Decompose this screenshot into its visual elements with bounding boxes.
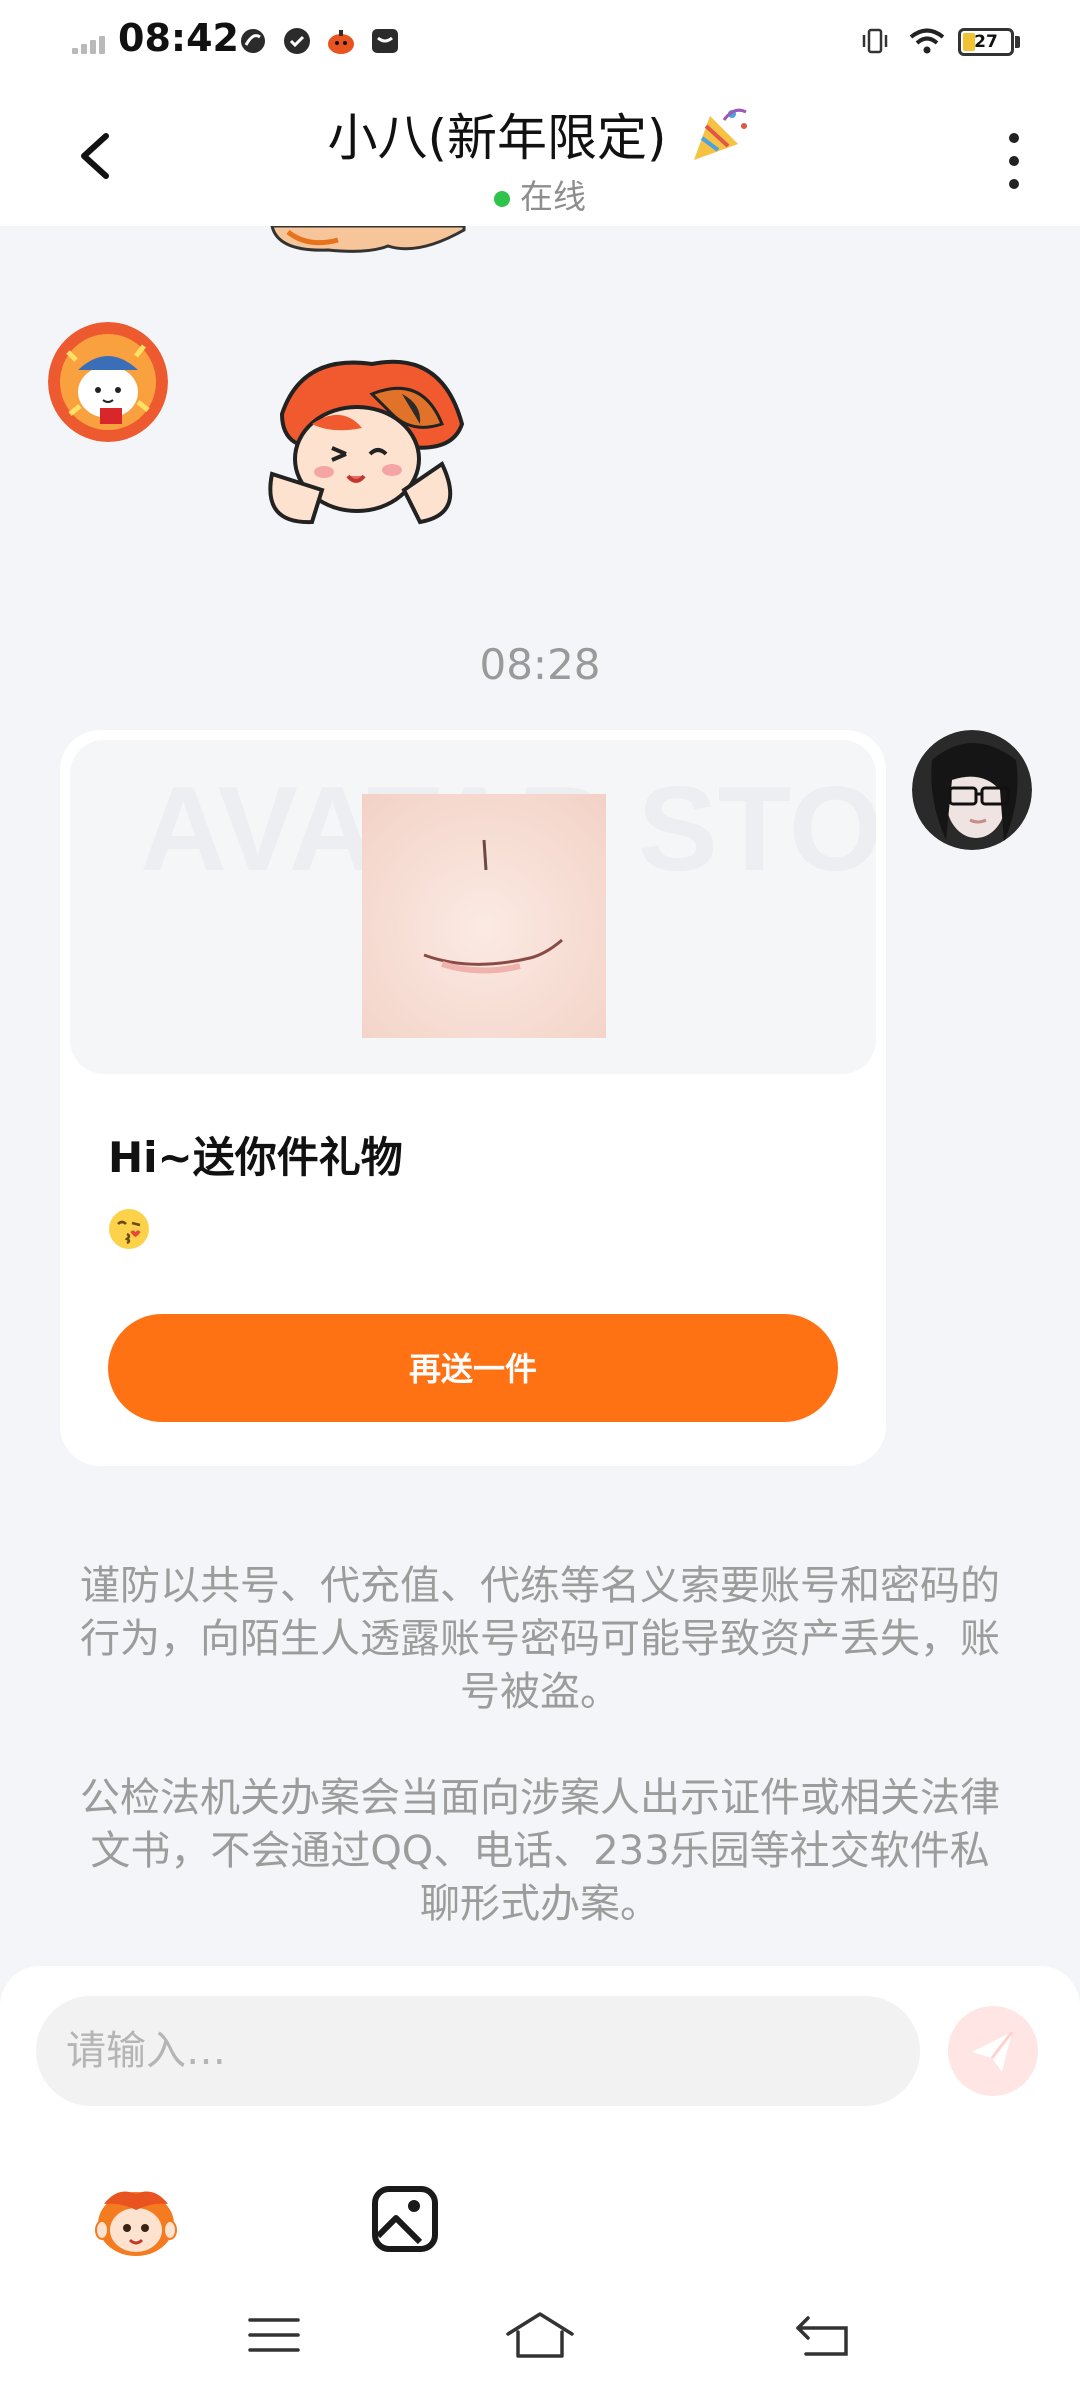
party-popper-icon	[694, 108, 748, 160]
vibrate-icon	[862, 28, 888, 54]
send-button[interactable]	[948, 2006, 1038, 2096]
gift-card-message[interactable]: AVATAR STORE Hi~送你件礼物 再送	[60, 730, 886, 1466]
user-avatar-image	[912, 730, 1032, 850]
status-bar: 08:42 27	[0, 0, 1080, 86]
back-icon[interactable]	[792, 2310, 852, 2360]
chat-title: 小八(新年限定)	[0, 98, 1080, 170]
gift-item-image[interactable]: AVATAR STORE	[70, 740, 876, 1074]
security-notice-account: 谨防以共号、代充值、代练等名义索要账号和密码的行为，向陌生人透露账号密码可能导致…	[80, 1563, 1000, 1715]
contact-avatar[interactable]	[48, 322, 168, 442]
contact-avatar-image	[48, 322, 168, 442]
message-timestamp: 08:28	[479, 640, 601, 689]
send-icon	[972, 2031, 1014, 2072]
sticker-message-partial[interactable]	[268, 226, 468, 256]
user-avatar[interactable]	[912, 730, 1032, 850]
gift-card-title: Hi~送你件礼物	[108, 1133, 403, 1182]
contact-name: 小八(新年限定)	[327, 109, 667, 167]
image-icon[interactable]	[372, 2186, 438, 2252]
gift-item-preview: AVATAR STORE	[140, 762, 876, 1038]
menu-icon[interactable]	[244, 2310, 304, 2360]
chat-messages[interactable]: 08:28 AVATAR STORE	[0, 226, 1080, 1966]
kissing-face-icon	[109, 1209, 149, 1249]
battery-icon: 27	[958, 28, 1014, 56]
signal-icon	[72, 32, 112, 54]
status-time: 08:42	[118, 16, 239, 60]
check-badge-icon	[284, 28, 310, 54]
home-icon[interactable]	[504, 2310, 576, 2360]
send-another-button[interactable]: 再送一件	[108, 1314, 838, 1422]
security-notice-police: 公检法机关办案会当面向涉案人出示证件或相关法律文书，不会通过QQ、电话、233乐…	[80, 1775, 1000, 1927]
battery-cap	[1015, 36, 1020, 48]
emoji-sticker-icon[interactable]	[94, 2184, 178, 2260]
online-dot	[494, 190, 510, 207]
sticker-message[interactable]	[252, 354, 482, 534]
chat-header: 小八(新年限定) 在线	[0, 86, 1080, 226]
swirl-icon	[241, 29, 265, 53]
presence-status: 在线	[0, 170, 1080, 218]
pumpkin-icon	[328, 30, 354, 54]
battery-level: 27	[974, 32, 998, 52]
presence-label: 在线	[520, 177, 586, 216]
message-input[interactable]	[36, 1996, 920, 2106]
more-options-button[interactable]	[1000, 126, 1028, 196]
message-icon	[372, 29, 398, 53]
wifi-icon	[909, 28, 945, 54]
